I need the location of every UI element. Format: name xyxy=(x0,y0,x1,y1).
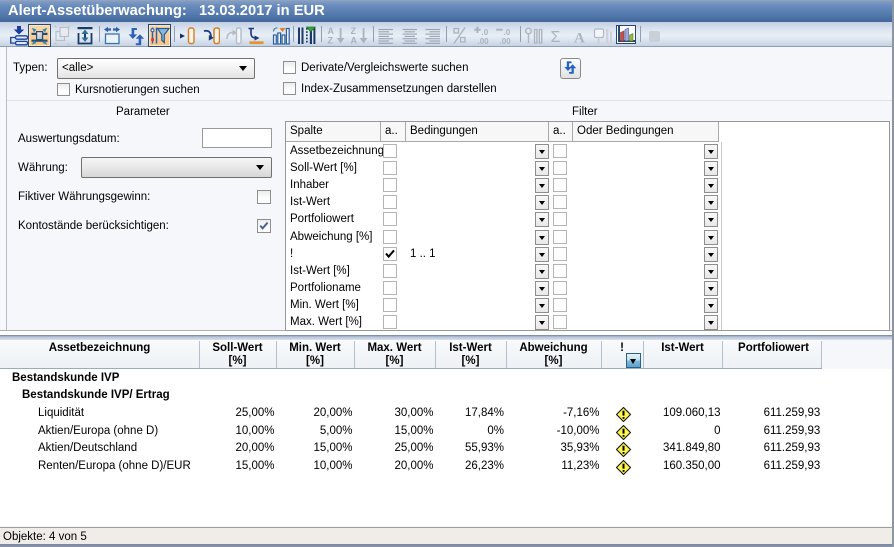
svg-text:.0: .0 xyxy=(482,28,489,37)
svg-text:.00: .00 xyxy=(478,37,490,46)
svg-text:.00: .00 xyxy=(500,37,512,46)
svg-text:Z: Z xyxy=(351,26,357,36)
svg-text:A: A xyxy=(574,31,585,47)
svg-text:Σ: Σ xyxy=(551,29,561,46)
svg-text:A: A xyxy=(351,36,358,46)
svg-text:A: A xyxy=(328,26,335,36)
svg-text:.0: .0 xyxy=(504,28,511,37)
svg-text:Z: Z xyxy=(328,36,334,46)
